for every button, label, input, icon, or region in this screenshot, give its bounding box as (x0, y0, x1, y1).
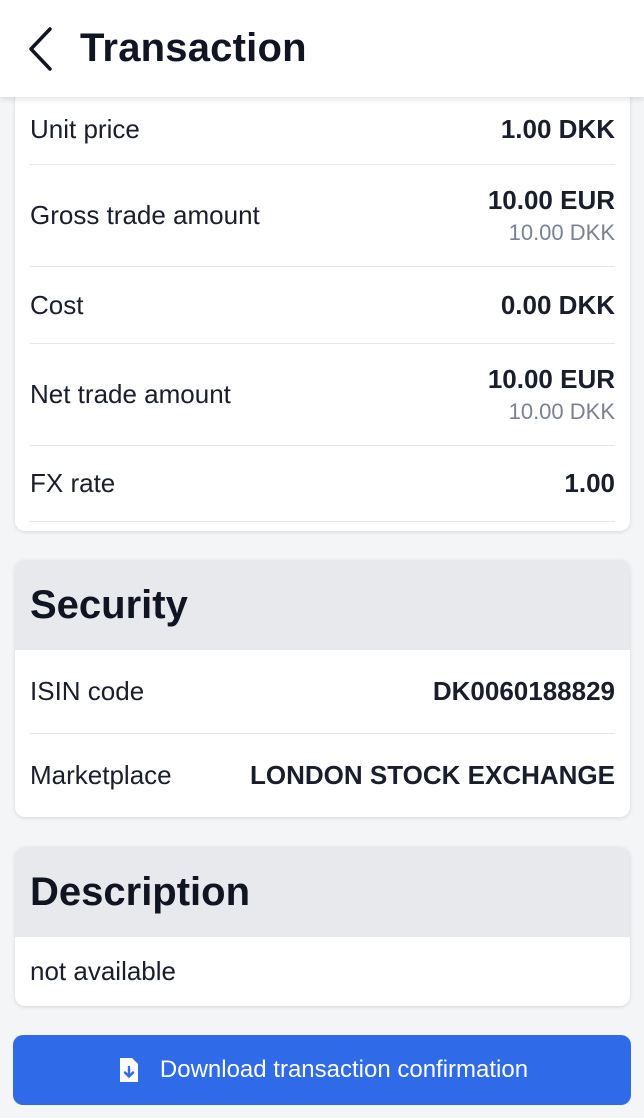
row-value: 10.00 EUR 10.00 DKK (487, 185, 615, 245)
row-label: FX rate (30, 468, 116, 498)
section-title: Security (30, 582, 188, 627)
row-value: 0.00 DKK (500, 289, 615, 320)
row-subvalue: 10.00 DKK (508, 399, 615, 424)
section-title: Description (30, 869, 251, 914)
row-label: Net trade amount (30, 379, 231, 409)
trade-details-card: Unit price 1.00 DKK Gross trade amount 1… (15, 60, 630, 531)
download-label: Download transaction confirmation (159, 1056, 529, 1083)
download-confirmation-button[interactable]: Download transaction confirmation (13, 1035, 631, 1105)
detail-row-fx-rate: FX rate 1.00 (30, 446, 615, 522)
row-label: ISIN code (30, 676, 145, 706)
row-label: Cost (30, 289, 84, 320)
security-header: Security (15, 560, 630, 650)
row-value: 1.00 (564, 468, 615, 498)
detail-row-cost: Cost 0.00 DKK (30, 267, 615, 344)
detail-row-gross-trade-amount: Gross trade amount 10.00 EUR 10.00 DKK (30, 165, 615, 267)
row-label: Unit price (30, 114, 140, 144)
description-text: not available (30, 956, 176, 986)
row-label: Marketplace (30, 760, 172, 790)
description-card: Description not available (15, 847, 630, 1006)
chevron-left-icon (29, 26, 52, 71)
security-card: Security ISIN code DK0060188829 Marketpl… (15, 560, 630, 817)
back-button[interactable] (0, 0, 80, 97)
description-header: Description (15, 847, 630, 937)
detail-row-net-trade-amount: Net trade amount 10.00 EUR 10.00 DKK (30, 344, 615, 446)
row-subvalue: 10.00 DKK (508, 220, 615, 245)
row-value: 10.00 EUR 10.00 DKK (487, 364, 615, 424)
page-title: Transaction (80, 26, 307, 70)
row-value: DK0060188829 (432, 676, 615, 706)
row-value: LONDON STOCK EXCHANGE (250, 760, 615, 790)
top-app-bar: Transaction (0, 0, 644, 97)
detail-row-isin: ISIN code DK0060188829 (30, 650, 615, 734)
row-value: 1.00 DKK (500, 114, 615, 144)
detail-row-marketplace: Marketplace LONDON STOCK EXCHANGE (30, 734, 615, 817)
row-label: Gross trade amount (30, 200, 260, 230)
file-download-icon (116, 1055, 142, 1085)
